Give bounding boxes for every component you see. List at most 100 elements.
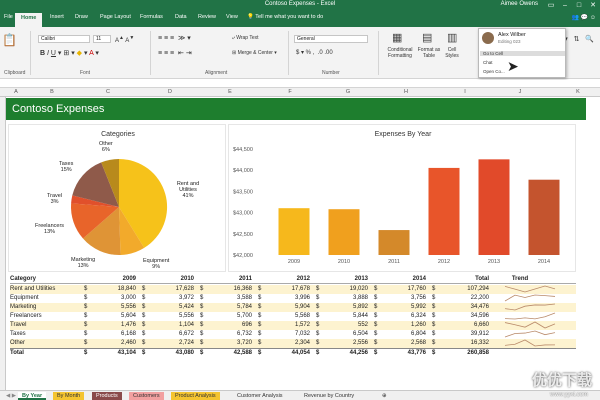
table-cell[interactable]: 1,476 — [86, 322, 136, 328]
table-cell[interactable]: 3,588 — [202, 295, 252, 301]
table-cell[interactable]: 696 — [202, 322, 252, 328]
table-cell[interactable]: 1,104 — [144, 322, 194, 328]
tell-me-box[interactable]: 💡 Tell me what you want to do — [247, 14, 323, 20]
number-format-buttons[interactable]: $ ▾ % , .0 .00 — [296, 49, 333, 56]
table-cell[interactable]: Total — [10, 350, 24, 356]
table-cell[interactable]: 5,700 — [202, 313, 252, 319]
cell-styles-button[interactable]: Cell Styles — [444, 47, 460, 59]
table-cell[interactable]: 6,168 — [86, 331, 136, 337]
table-cell[interactable]: 44,054 — [260, 350, 310, 356]
format-as-table-icon[interactable]: ▤ — [422, 31, 432, 44]
column-header-cell[interactable]: 2010 — [144, 276, 194, 282]
tab-file[interactable]: File — [4, 14, 13, 20]
font-name-select[interactable]: Calibri — [38, 35, 90, 43]
table-cell[interactable]: 16,332 — [434, 340, 489, 346]
tab-view[interactable]: View — [226, 14, 238, 20]
table-cell[interactable]: 17,628 — [144, 286, 194, 292]
number-format-select[interactable]: General — [294, 35, 368, 43]
table-cell[interactable]: 2,556 — [318, 340, 368, 346]
font-style-buttons[interactable]: B I U ▾ ⊞ ▾ ◆ ▾ A ▾ — [40, 49, 99, 57]
format-as-table-button[interactable]: Format as Table — [416, 47, 442, 59]
column-header-cell[interactable]: Trend — [500, 276, 540, 282]
table-cell[interactable]: 5,556 — [86, 304, 136, 310]
table-cell[interactable]: 5,556 — [144, 313, 194, 319]
table-cell[interactable]: 3,996 — [260, 295, 310, 301]
table-cell[interactable]: 17,678 — [260, 286, 310, 292]
signed-in-user[interactable]: Aimee Owens — [501, 1, 538, 7]
column-header[interactable]: J — [510, 89, 530, 95]
sheet-tab-revenue-by-country[interactable]: Revenue by Country — [300, 392, 358, 400]
column-header[interactable]: G — [338, 89, 358, 95]
table-cell[interactable]: 5,604 — [86, 313, 136, 319]
table-cell[interactable]: 2,724 — [144, 340, 194, 346]
font-size-select[interactable]: 11 — [93, 35, 111, 43]
column-header[interactable]: B — [42, 89, 62, 95]
go-to-cell-item[interactable]: Go to Cell — [480, 51, 565, 56]
table-cell[interactable]: 260,858 — [434, 350, 489, 356]
table-cell[interactable]: 3,720 — [202, 340, 252, 346]
table-cell[interactable]: 7,032 — [260, 331, 310, 337]
tab-data[interactable]: Data — [175, 14, 187, 20]
table-cell[interactable]: 17,760 — [376, 286, 426, 292]
table-cell[interactable]: 6,732 — [202, 331, 252, 337]
table-cell[interactable]: 107,294 — [434, 286, 489, 292]
table-cell[interactable]: 34,596 — [434, 313, 489, 319]
minimize-icon[interactable]: – — [558, 0, 572, 11]
table-cell[interactable]: Other — [10, 340, 25, 346]
sheet-tab-customer-analysis[interactable]: Customer Analysis — [233, 392, 287, 400]
column-header[interactable]: I — [455, 89, 475, 95]
table-cell[interactable]: 1,260 — [376, 322, 426, 328]
table-cell[interactable]: Taxes — [10, 331, 26, 337]
table-cell[interactable]: 6,660 — [434, 322, 489, 328]
table-cell[interactable]: 5,844 — [318, 313, 368, 319]
add-sheet-icon[interactable]: ⊕ — [378, 392, 391, 400]
restore-ribbon-icon[interactable]: ▭ — [544, 0, 558, 11]
table-cell[interactable]: Equipment — [10, 295, 39, 301]
column-header-cell[interactable]: Category — [10, 276, 36, 282]
pie-chart-panel[interactable]: Categories Other 6% Taxes 15% Travel 3% Fre… — [8, 124, 226, 272]
table-cell[interactable]: 3,888 — [318, 295, 368, 301]
sheet-tab-by-year[interactable]: By Year — [18, 392, 47, 400]
table-cell[interactable]: 18,840 — [86, 286, 136, 292]
conditional-formatting-icon[interactable]: ▦ — [392, 31, 402, 44]
table-cell[interactable]: 34,476 — [434, 304, 489, 310]
column-header-cell[interactable]: 2013 — [318, 276, 368, 282]
column-header-cell[interactable]: 2012 — [260, 276, 310, 282]
table-cell[interactable]: 44,256 — [318, 350, 368, 356]
tab-page-layout[interactable]: Page Layout — [100, 14, 131, 20]
bar-chart-panel[interactable]: Expenses By Year $44,500 $44,000 $43,500 $4… — [228, 124, 576, 272]
cell-styles-icon[interactable]: ▥ — [447, 31, 457, 44]
paste-icon[interactable]: 📋 — [2, 33, 17, 47]
table-cell[interactable]: 552 — [318, 322, 368, 328]
column-header[interactable]: A — [6, 89, 26, 95]
table-cell[interactable]: 6,504 — [318, 331, 368, 337]
table-cell[interactable]: 2,568 — [376, 340, 426, 346]
maximize-icon[interactable]: □ — [572, 0, 586, 11]
column-header[interactable]: F — [280, 89, 300, 95]
table-cell[interactable]: 5,992 — [376, 304, 426, 310]
column-header[interactable]: K — [568, 89, 588, 95]
tab-formulas[interactable]: Formulas — [140, 14, 163, 20]
table-cell[interactable]: 5,784 — [202, 304, 252, 310]
column-header[interactable]: E — [220, 89, 240, 95]
sheet-tab-customers[interactable]: Customers — [129, 392, 164, 400]
merge-center-button[interactable]: ⊞ Merge & Center ▾ — [232, 50, 277, 56]
tab-home[interactable]: Home — [15, 13, 43, 27]
column-header[interactable]: C — [98, 89, 118, 95]
table-cell[interactable]: 2,460 — [86, 340, 136, 346]
table-cell[interactable]: 5,904 — [260, 304, 310, 310]
table-cell[interactable]: 5,424 — [144, 304, 194, 310]
table-cell[interactable]: 3,756 — [376, 295, 426, 301]
table-cell[interactable]: Marketing — [10, 304, 36, 310]
column-header-cell[interactable]: 2014 — [376, 276, 426, 282]
close-icon[interactable]: ✕ — [586, 0, 600, 11]
table-cell[interactable]: 5,568 — [260, 313, 310, 319]
column-header-cell[interactable]: 2009 — [86, 276, 136, 282]
table-cell[interactable]: Freelancers — [10, 313, 42, 319]
table-cell[interactable]: 43,080 — [144, 350, 194, 356]
tab-review[interactable]: Review — [198, 14, 216, 20]
table-cell[interactable]: 5,892 — [318, 304, 368, 310]
formula-bar[interactable] — [0, 80, 600, 88]
conditional-formatting-button[interactable]: Conditional Formatting — [384, 47, 416, 59]
chat-item[interactable]: Chat — [483, 60, 493, 65]
